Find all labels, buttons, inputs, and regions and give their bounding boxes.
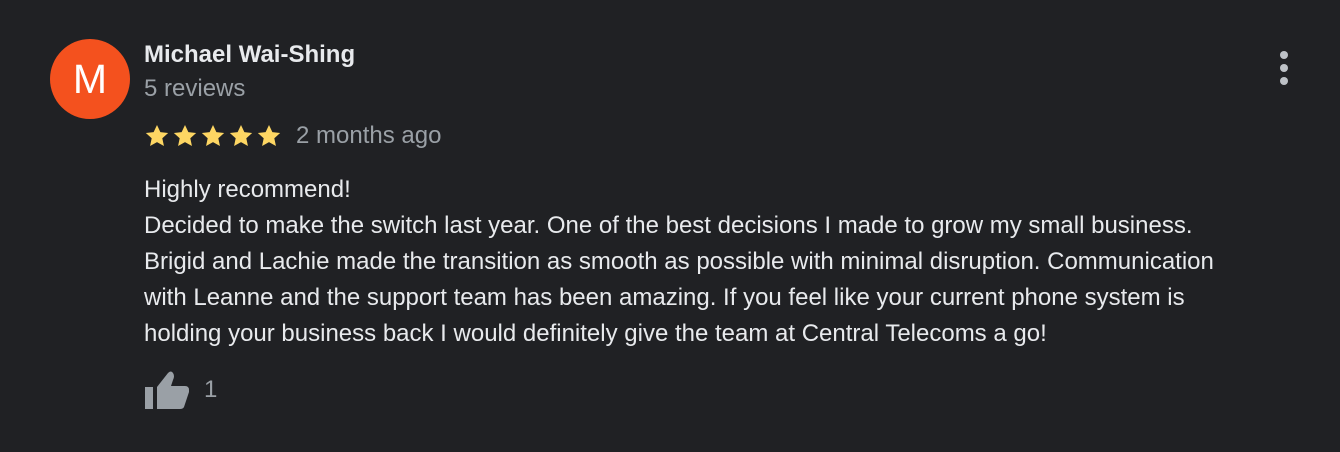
star-icon	[173, 124, 197, 146]
star-icon	[201, 124, 225, 146]
thumb-up-icon	[145, 371, 189, 409]
avatar[interactable]: M	[50, 39, 130, 119]
review-text-line: Highly recommend!	[144, 176, 351, 203]
review-text-line: with Leanne and the support team has bee…	[144, 284, 1185, 311]
star-icon	[229, 124, 253, 146]
review-date: 2 months ago	[296, 122, 442, 149]
review-card: M Michael Wai-Shing 5 reviews 2 months a…	[0, 0, 1340, 452]
star-icon	[257, 124, 281, 146]
star-icon	[145, 124, 169, 146]
more-vert-icon	[1280, 51, 1288, 59]
review-text: Highly recommend! Decided to make the sw…	[144, 172, 1324, 352]
like-button[interactable]	[144, 368, 190, 412]
review-count[interactable]: 5 reviews	[144, 74, 245, 104]
avatar-letter: M	[72, 55, 108, 102]
like-row: 1	[144, 368, 217, 412]
review-text-line: holding your business back I would defin…	[144, 320, 1047, 347]
more-options-button[interactable]	[1266, 48, 1302, 88]
review-text-line: Decided to make the switch last year. On…	[144, 212, 1193, 239]
rating-row: 2 months ago	[144, 121, 441, 151]
star-rating	[144, 123, 282, 149]
review-text-line: Brigid and Lachie made the transition as…	[144, 248, 1214, 275]
like-count: 1	[204, 376, 218, 403]
author-name[interactable]: Michael Wai-Shing	[144, 40, 355, 70]
